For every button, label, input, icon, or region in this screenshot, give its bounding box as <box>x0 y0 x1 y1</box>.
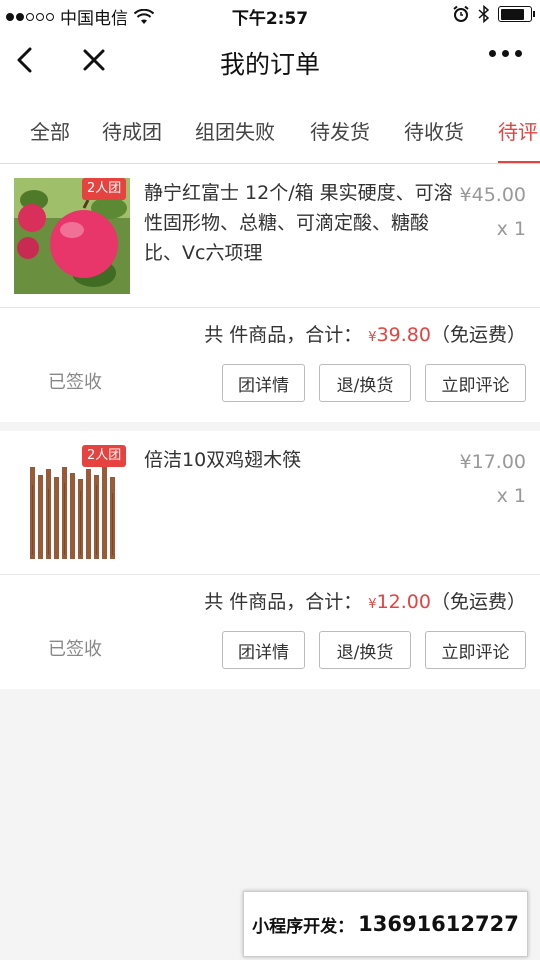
group-badge: 2人团 <box>82 445 127 467</box>
bluetooth-icon <box>478 5 490 23</box>
tab-pending-review[interactable]: 待评 <box>498 116 538 145</box>
order-product[interactable]: 2人团 倍洁10双鸡翅木筷 ¥17.00 x 1 <box>0 431 540 575</box>
tab-pending-shipment[interactable]: 待发货 <box>310 116 370 145</box>
tab-pending-receipt[interactable]: 待收货 <box>404 116 464 145</box>
order-product[interactable]: 2人团 静宁红富士 12个/箱 果实硬度、可溶性固形物、总糖、可滴定酸、糖酸比、… <box>0 164 540 308</box>
order-total: 共 件商品，合计： ¥12.00（免运费） <box>204 587 526 614</box>
more-options-icon[interactable] <box>489 50 522 57</box>
developer-ad-banner[interactable]: 小程序开发： 13691612727 <box>243 891 528 957</box>
product-price: ¥17.00 <box>459 451 526 473</box>
product-quantity: x 1 <box>496 485 526 507</box>
currency-symbol: ¥ <box>368 330 377 345</box>
alarm-icon <box>453 5 469 22</box>
product-name: 倍洁10双鸡翅木筷 <box>144 449 302 471</box>
total-amount: 12.00 <box>376 591 431 613</box>
order-summary: 共 件商品，合计： ¥12.00（免运费） 已签收 团详情 退/换货 立即评论 <box>0 575 540 689</box>
return-exchange-button[interactable]: 退/换货 <box>319 631 411 669</box>
product-price: ¥45.00 <box>459 184 526 206</box>
shipping-note: （免运费） <box>430 591 526 613</box>
total-amount: 39.80 <box>376 324 431 346</box>
order-status: 已签收 <box>48 639 102 660</box>
order-card: 2人团 静宁红富士 12个/箱 果实硬度、可溶性固形物、总糖、可滴定酸、糖酸比、… <box>0 164 540 422</box>
status-bar: 中国电信 下午2:57 <box>0 0 540 30</box>
group-details-button[interactable]: 团详情 <box>222 631 305 669</box>
battery-icon <box>498 6 535 22</box>
ad-phone: 13691612727 <box>358 912 519 936</box>
group-badge: 2人团 <box>82 178 127 200</box>
tab-all[interactable]: 全部 <box>30 116 70 145</box>
total-prefix: 共 件商品，合计： <box>204 591 363 613</box>
page-title: 我的订单 <box>219 50 320 79</box>
review-now-button[interactable]: 立即评论 <box>425 364 526 402</box>
product-name: 静宁红富士 12个/箱 果实硬度、可溶性固形物、总糖、可滴定酸、糖酸比、Vc六项… <box>144 182 453 264</box>
tab-group-failed[interactable]: 组团失败 <box>195 116 275 145</box>
currency-symbol: ¥ <box>368 597 377 612</box>
shipping-note: （免运费） <box>430 324 526 346</box>
return-exchange-button[interactable]: 退/换货 <box>319 364 411 402</box>
tab-pending-group[interactable]: 待成团 <box>102 116 162 145</box>
total-prefix: 共 件商品，合计： <box>204 324 363 346</box>
order-status: 已签收 <box>48 372 102 393</box>
ad-label: 小程序开发： <box>252 916 355 937</box>
review-now-button[interactable]: 立即评论 <box>425 631 526 669</box>
order-tabs: 全部 待成团 组团失败 待发货 待收货 待评 <box>0 92 540 164</box>
order-summary: 共 件商品，合计： ¥39.80（免运费） 已签收 团详情 退/换货 立即评论 <box>0 308 540 422</box>
nav-bar: 我的订单 <box>0 30 540 92</box>
order-card: 2人团 倍洁10双鸡翅木筷 ¥17.00 x 1 共 件商品，合计： ¥12.0… <box>0 431 540 689</box>
group-details-button[interactable]: 团详情 <box>222 364 305 402</box>
product-quantity: x 1 <box>496 218 526 240</box>
order-total: 共 件商品，合计： ¥39.80（免运费） <box>204 320 526 347</box>
status-bar-right <box>452 5 535 23</box>
